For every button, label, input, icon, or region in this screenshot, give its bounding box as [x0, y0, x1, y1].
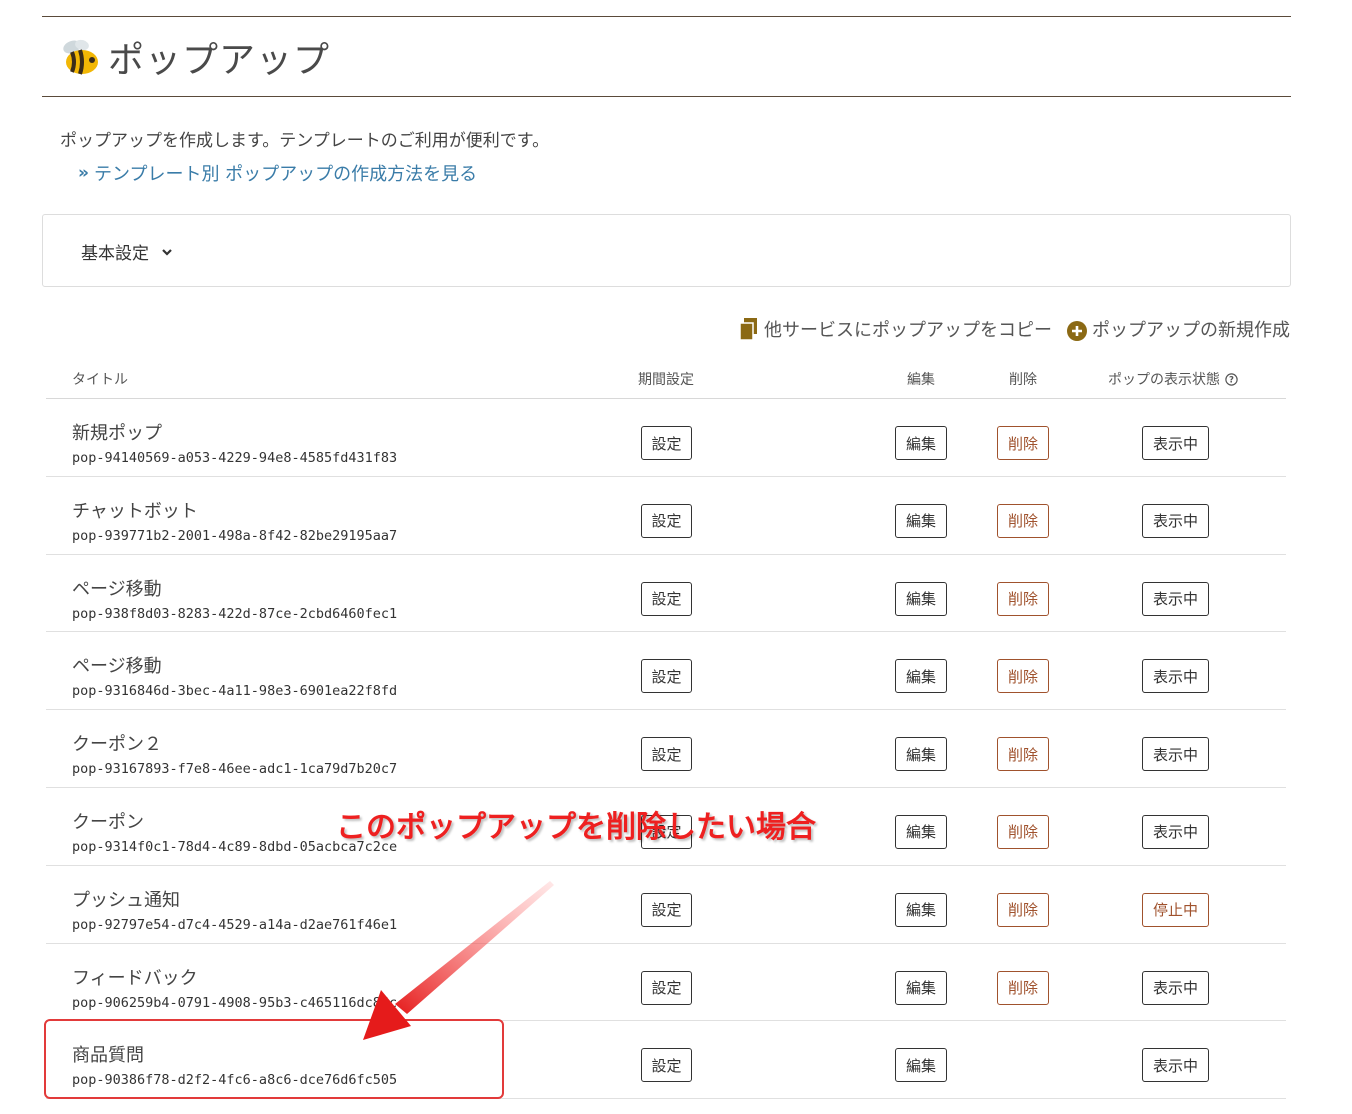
new-popup-button[interactable]: ポップアップの新規作成	[1066, 316, 1290, 342]
edit-button[interactable]: 編集	[895, 426, 947, 460]
edit-button[interactable]: 編集	[895, 581, 947, 616]
row-title: 新規ポップ	[72, 423, 162, 444]
status-toggle-button[interactable]: 表示中	[1142, 659, 1209, 694]
period-setting-button[interactable]: 設定	[641, 737, 692, 772]
header-status: ポップの表示状態 ?	[1108, 369, 1238, 389]
status-toggle-button[interactable]: 表示中	[1142, 814, 1209, 849]
row-title: クーポン	[72, 811, 144, 833]
status-toggle-button[interactable]: 表示中	[1142, 737, 1209, 772]
header-period: 期間設定	[638, 372, 694, 388]
table-row: クーポン２ pop-93167893-f7e8-46ee-adc1-1ca79d…	[46, 710, 1286, 788]
annotation-arrow-icon	[363, 881, 554, 1040]
page-header: ポップアップ	[42, 16, 1291, 97]
page-title: ポップアップ	[108, 40, 331, 81]
basic-settings-panel: 基本設定	[42, 214, 1291, 287]
double-chevron-right-icon: »	[78, 163, 89, 183]
edit-button[interactable]: 編集	[895, 659, 947, 694]
svg-text:?: ?	[1229, 375, 1234, 385]
edit-button[interactable]: 編集	[895, 892, 947, 927]
row-title: ページ移動	[72, 656, 162, 678]
howto-link-label: テンプレート別 ポップアップの作成方法を見る	[93, 164, 478, 185]
delete-button[interactable]: 削除	[997, 970, 1049, 1005]
delete-button[interactable]: 削除	[997, 426, 1049, 460]
row-id: pop-939771b2-2001-498a-8f42-82be29195aa7	[72, 527, 398, 544]
table-row: チャットボット pop-939771b2-2001-498a-8f42-82be…	[46, 477, 1286, 555]
header-edit: 編集	[907, 372, 935, 388]
popup-table: タイトル 期間設定 編集 削除 ポップの表示状態 ? 新規ポップ pop-941…	[46, 358, 1286, 1100]
row-title: プッシュ通知	[72, 889, 180, 911]
copy-to-other-service-button[interactable]: 他サービスにポップアップをコピー	[738, 316, 1052, 342]
period-setting-button[interactable]: 設定	[641, 970, 692, 1005]
period-setting-button[interactable]: 設定	[641, 503, 692, 538]
edit-button[interactable]: 編集	[895, 503, 947, 538]
row-id: pop-94140569-a053-4229-94e8-4585fd431f83	[72, 450, 398, 466]
row-title: チャットボット	[72, 500, 198, 522]
status-toggle-button[interactable]: 表示中	[1142, 1048, 1209, 1083]
delete-button[interactable]: 削除	[997, 581, 1049, 616]
row-title: フィードバック	[72, 967, 198, 989]
table-row: 新規ポップ pop-94140569-a053-4229-94e8-4585fd…	[46, 399, 1286, 477]
period-setting-button[interactable]: 設定	[641, 659, 692, 694]
delete-button[interactable]: 削除	[997, 814, 1049, 849]
status-toggle-button[interactable]: 表示中	[1142, 581, 1209, 616]
status-toggle-button[interactable]: 表示中	[1142, 970, 1209, 1005]
delete-button[interactable]: 削除	[997, 659, 1049, 694]
period-setting-button[interactable]: 設定	[641, 1048, 692, 1083]
plus-circle-icon	[1067, 321, 1087, 341]
status-toggle-button[interactable]: 表示中	[1142, 503, 1209, 538]
page-description: ポップアップを作成します。テンプレートのご利用が便利です。	[60, 131, 550, 151]
table-row: ページ移動 pop-9316846d-3bec-4a11-98e3-6901ea…	[46, 632, 1286, 711]
edit-button[interactable]: 編集	[895, 970, 947, 1005]
help-icon[interactable]: ?	[1225, 372, 1238, 386]
period-setting-button[interactable]: 設定	[641, 581, 692, 616]
basic-settings-label: 基本設定	[81, 244, 149, 264]
delete-button[interactable]: 削除	[997, 503, 1049, 538]
table-row: プッシュ通知 pop-92797e54-d7c4-4529-a14a-d2ae7…	[46, 866, 1286, 944]
header-delete: 削除	[1009, 372, 1037, 388]
row-title: クーポン２	[72, 734, 162, 756]
period-setting-button[interactable]: 設定	[641, 426, 692, 460]
new-popup-label: ポップアップの新規作成	[1092, 320, 1290, 341]
row-id: pop-92797e54-d7c4-4529-a14a-d2ae761f46e1	[72, 916, 398, 933]
bee-icon	[63, 39, 98, 75]
copy-icon	[739, 318, 757, 341]
edit-button[interactable]: 編集	[895, 814, 947, 849]
period-setting-button[interactable]: 設定	[641, 892, 692, 927]
header-title: タイトル	[72, 372, 128, 388]
table-row: ページ移動 pop-938f8d03-8283-422d-87ce-2cbd64…	[46, 555, 1286, 633]
row-id: pop-9316846d-3bec-4a11-98e3-6901ea22f8fd	[72, 683, 398, 700]
status-toggle-button[interactable]: 表示中	[1142, 426, 1209, 460]
row-id: pop-93167893-f7e8-46ee-adc1-1ca79d7b20c7	[72, 761, 398, 778]
table-row: フィードバック pop-906259b4-0791-4908-95b3-c465…	[46, 944, 1286, 1022]
delete-button[interactable]: 削除	[997, 737, 1049, 772]
status-toggle-button[interactable]: 停止中	[1142, 892, 1209, 927]
annotation-text: このポップアップを削除したい場合	[336, 810, 816, 845]
row-title: ページ移動	[72, 578, 162, 600]
table-header: タイトル 期間設定 編集 削除 ポップの表示状態 ?	[46, 358, 1286, 399]
edit-button[interactable]: 編集	[895, 1048, 947, 1083]
header-status-label: ポップの表示状態	[1108, 372, 1220, 388]
row-id: pop-938f8d03-8283-422d-87ce-2cbd6460fec1	[72, 605, 398, 622]
basic-settings-toggle[interactable]: 基本設定	[81, 239, 173, 264]
delete-button[interactable]: 削除	[997, 892, 1049, 927]
howto-link[interactable]: » テンプレート別 ポップアップの作成方法を見る	[78, 160, 477, 186]
chevron-down-icon	[162, 248, 172, 256]
row-id: pop-906259b4-0791-4908-95b3-c465116dc85c	[72, 994, 398, 1011]
edit-button[interactable]: 編集	[895, 737, 947, 772]
copy-label: 他サービスにポップアップをコピー	[764, 320, 1052, 341]
